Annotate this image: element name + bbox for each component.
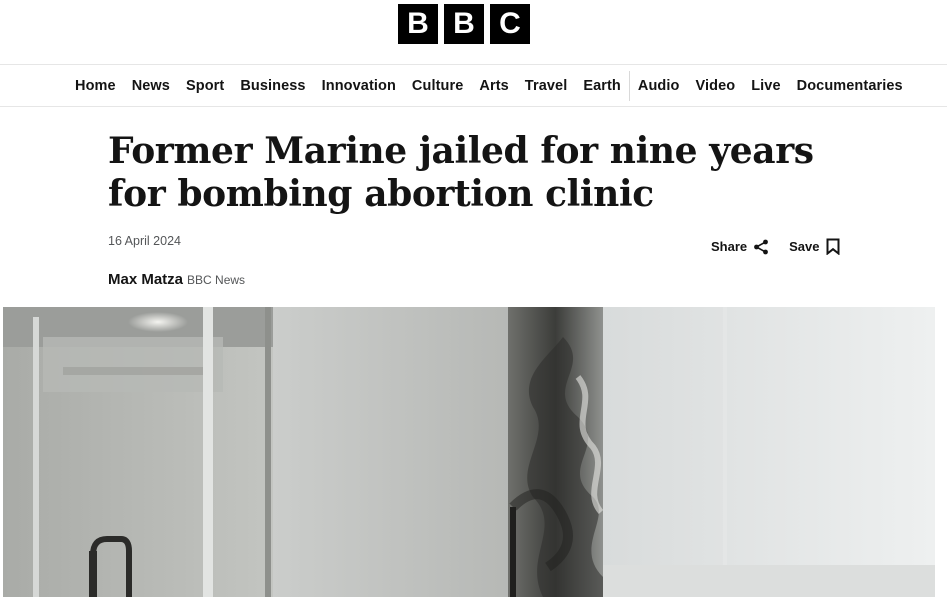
nav-item-home[interactable]: Home [67,65,124,106]
share-button[interactable]: Share [711,239,769,255]
hero-image [3,307,935,597]
nav-item-earth[interactable]: Earth [575,65,629,106]
save-label: Save [789,239,820,254]
article-actions: Share Save [711,238,840,255]
article-headline: Former Marine jailed for nine years for … [108,130,814,215]
nav-item-culture[interactable]: Culture [404,65,471,106]
byline: Max Matza BBC News [108,271,245,288]
nav-item-live[interactable]: Live [743,65,788,106]
logo-letter-c: C [490,4,530,44]
nav-item-business[interactable]: Business [232,65,313,106]
nav-item-video[interactable]: Video [687,65,743,106]
share-icon [753,239,769,255]
bookmark-icon [826,238,840,255]
nav-item-news[interactable]: News [124,65,178,106]
nav-item-innovation[interactable]: Innovation [314,65,404,106]
save-button[interactable]: Save [789,238,840,255]
author-name[interactable]: Max Matza [108,271,183,288]
logo-letter-b1: B [398,4,438,44]
main-navigation: Home News Sport Business Innovation Cult… [0,65,947,107]
logo-letter-b2: B [444,4,484,44]
nav-item-arts[interactable]: Arts [471,65,516,106]
bbc-logo[interactable]: B B C [398,4,530,44]
nav-item-sport[interactable]: Sport [178,65,232,106]
nav-item-documentaries[interactable]: Documentaries [789,65,911,106]
share-label: Share [711,239,748,254]
publish-date: 16 April 2024 [108,234,181,248]
masthead: B B C [0,0,947,65]
nav-item-audio[interactable]: Audio [630,65,688,106]
nav-item-travel[interactable]: Travel [517,65,576,106]
author-organization: BBC News [187,273,246,287]
